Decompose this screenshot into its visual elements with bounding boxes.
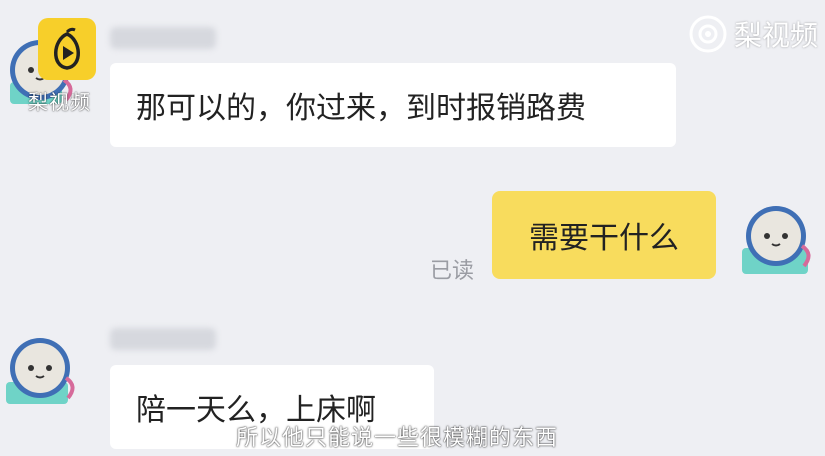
message-text: 那可以的，你过来，到时报销路费 [136,91,586,126]
play-icon [54,27,80,70]
read-status: 已读 [430,259,475,284]
sender-name-blurred [110,328,216,350]
watermark-right: 梨视频 [688,14,818,54]
message-text: 需要干什么 [529,221,679,256]
sender-name-blurred [110,27,216,49]
message-bubble-incoming[interactable]: 那可以的，你过来，到时报销路费 [110,63,676,147]
logo-badge [38,18,96,80]
self-avatar[interactable] [740,198,818,276]
watermark-right-text: 梨视频 [734,19,819,52]
contact-avatar[interactable] [4,330,82,408]
camera-eye-icon [689,15,727,53]
video-subtitle: 所以他只能说一些很模糊的东西 [236,426,559,451]
message-bubble-outgoing[interactable]: 需要干什么 [492,191,716,279]
logo-text: 梨视频 [28,90,91,114]
